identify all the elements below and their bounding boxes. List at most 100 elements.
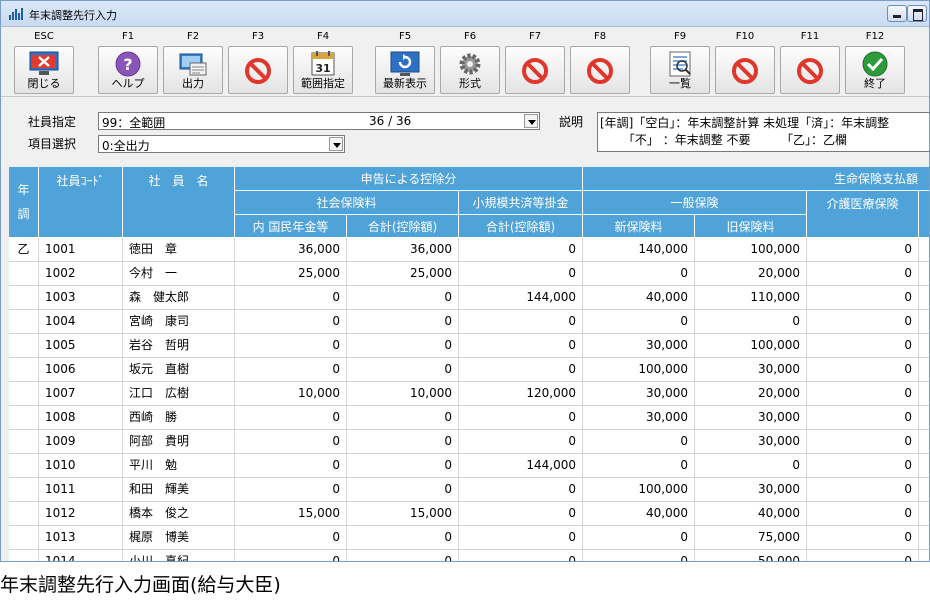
cell-goukei[interactable]: 0	[347, 406, 459, 430]
f4-range-button[interactable]: F4 31 範囲指定	[293, 31, 353, 95]
cell-kokumin[interactable]: 0	[235, 310, 347, 334]
cell-name[interactable]: 橋本 俊之	[123, 502, 235, 526]
cell-kyu[interactable]: 75,000	[695, 526, 807, 550]
cell-code[interactable]: 1009	[39, 430, 123, 454]
cell-shoukibo[interactable]: 0	[459, 526, 583, 550]
f8-button[interactable]: F8	[570, 31, 630, 95]
cell-name[interactable]: 今村 一	[123, 262, 235, 286]
cell-shin[interactable]: 30,000	[583, 334, 695, 358]
cell-kokumin[interactable]: 15,000	[235, 502, 347, 526]
cell-shoukibo[interactable]: 144,000	[459, 286, 583, 310]
cell-kyu[interactable]: 30,000	[695, 478, 807, 502]
f5-button-face[interactable]: 最新表示	[375, 46, 435, 94]
cell-kokumin[interactable]: 0	[235, 406, 347, 430]
cell-code[interactable]: 1007	[39, 382, 123, 406]
f9-list-button[interactable]: F9 一覧	[650, 31, 710, 95]
cell-shin[interactable]: 40,000	[583, 286, 695, 310]
cell-nencho[interactable]	[9, 406, 39, 430]
cell-code[interactable]: 1004	[39, 310, 123, 334]
cell-name[interactable]: 梶原 博美	[123, 526, 235, 550]
cell-nencho[interactable]	[9, 262, 39, 286]
table-row[interactable]: 1006 坂元 直樹 0 0 0 100,000 30,000 0	[9, 358, 929, 382]
cell-nencho[interactable]	[9, 334, 39, 358]
chevron-down-icon[interactable]	[524, 114, 538, 128]
cell-kaigo[interactable]: 0	[807, 550, 919, 561]
cell-nencho[interactable]	[9, 550, 39, 561]
cell-shoukibo[interactable]: 0	[459, 238, 583, 262]
cell-goukei[interactable]: 15,000	[347, 502, 459, 526]
cell-kaigo[interactable]: 0	[807, 478, 919, 502]
cell-code[interactable]: 1013	[39, 526, 123, 550]
table-row[interactable]: 1005 岩谷 哲明 0 0 0 30,000 100,000 0	[9, 334, 929, 358]
cell-goukei[interactable]: 0	[347, 526, 459, 550]
cell-kyu[interactable]: 30,000	[695, 406, 807, 430]
f4-button-face[interactable]: 31 範囲指定	[293, 46, 353, 94]
cell-kyu[interactable]: 50,000	[695, 550, 807, 561]
cell-kokumin[interactable]: 0	[235, 478, 347, 502]
cell-kokumin[interactable]: 36,000	[235, 238, 347, 262]
cell-name[interactable]: 平川 勉	[123, 454, 235, 478]
table-row[interactable]: 乙 1001 徳田 章 36,000 36,000 0 140,000 100,000 0	[9, 238, 929, 262]
cell-kaigo[interactable]: 0	[807, 334, 919, 358]
cell-shin[interactable]: 100,000	[583, 358, 695, 382]
cell-goukei[interactable]: 0	[347, 334, 459, 358]
cell-shoukibo[interactable]: 0	[459, 262, 583, 286]
cell-goukei[interactable]: 0	[347, 430, 459, 454]
cell-shin[interactable]: 0	[583, 430, 695, 454]
f11-button[interactable]: F11	[780, 31, 840, 95]
cell-shoukibo[interactable]: 0	[459, 430, 583, 454]
employee-select[interactable]: 99：全範囲 36 / 36	[98, 112, 540, 130]
item-select[interactable]: 0:全出力	[98, 135, 345, 153]
cell-kaigo[interactable]: 0	[807, 238, 919, 262]
cell-goukei[interactable]: 0	[347, 454, 459, 478]
f1-help-button[interactable]: F1 ? ヘルプ	[98, 31, 158, 95]
esc-button-face[interactable]: 閉じる	[14, 46, 74, 94]
cell-nencho[interactable]	[9, 310, 39, 334]
f12-finish-button[interactable]: F12 終了	[845, 31, 905, 95]
f3-button[interactable]: F3	[228, 31, 288, 95]
cell-name[interactable]: 徳田 章	[123, 238, 235, 262]
cell-goukei[interactable]: 0	[347, 310, 459, 334]
cell-shoukibo[interactable]: 0	[459, 502, 583, 526]
cell-shoukibo[interactable]: 0	[459, 478, 583, 502]
cell-kyu[interactable]: 110,000	[695, 286, 807, 310]
f11-button-face[interactable]	[780, 46, 840, 94]
f5-refresh-button[interactable]: F5 最新表示	[375, 31, 435, 95]
maximize-button[interactable]	[907, 5, 927, 22]
cell-nencho[interactable]	[9, 382, 39, 406]
cell-shoukibo[interactable]: 0	[459, 334, 583, 358]
cell-kaigo[interactable]: 0	[807, 262, 919, 286]
table-row[interactable]: 1009 阿部 貴明 0 0 0 0 30,000 0	[9, 430, 929, 454]
cell-kaigo[interactable]: 0	[807, 502, 919, 526]
f7-button[interactable]: F7	[505, 31, 565, 95]
cell-goukei[interactable]: 10,000	[347, 382, 459, 406]
cell-kaigo[interactable]: 0	[807, 430, 919, 454]
table-row[interactable]: 1013 梶原 博美 0 0 0 0 75,000 0	[9, 526, 929, 550]
cell-name[interactable]: 坂元 直樹	[123, 358, 235, 382]
cell-nencho[interactable]	[9, 478, 39, 502]
cell-kokumin[interactable]: 0	[235, 550, 347, 561]
cell-kaigo[interactable]: 0	[807, 526, 919, 550]
cell-goukei[interactable]: 25,000	[347, 262, 459, 286]
cell-kyu[interactable]: 0	[695, 310, 807, 334]
esc-close-button[interactable]: ESC 閉じる	[14, 31, 74, 95]
cell-kyu[interactable]: 20,000	[695, 382, 807, 406]
f10-button-face[interactable]	[715, 46, 775, 94]
cell-nencho[interactable]	[9, 526, 39, 550]
cell-kokumin[interactable]: 0	[235, 454, 347, 478]
cell-code[interactable]: 1010	[39, 454, 123, 478]
table-row[interactable]: 1011 和田 輝美 0 0 0 100,000 30,000 0	[9, 478, 929, 502]
cell-kyu[interactable]: 0	[695, 454, 807, 478]
cell-shoukibo[interactable]: 120,000	[459, 382, 583, 406]
cell-name[interactable]: 江口 広樹	[123, 382, 235, 406]
cell-shoukibo[interactable]: 0	[459, 550, 583, 561]
cell-kaigo[interactable]: 0	[807, 382, 919, 406]
cell-kyu[interactable]: 30,000	[695, 430, 807, 454]
cell-goukei[interactable]: 36,000	[347, 238, 459, 262]
cell-kokumin[interactable]: 0	[235, 526, 347, 550]
cell-shin[interactable]: 0	[583, 526, 695, 550]
cell-goukei[interactable]: 0	[347, 286, 459, 310]
table-row[interactable]: 1008 西崎 勝 0 0 0 30,000 30,000 0	[9, 406, 929, 430]
cell-nencho[interactable]	[9, 286, 39, 310]
cell-shoukibo[interactable]: 0	[459, 310, 583, 334]
